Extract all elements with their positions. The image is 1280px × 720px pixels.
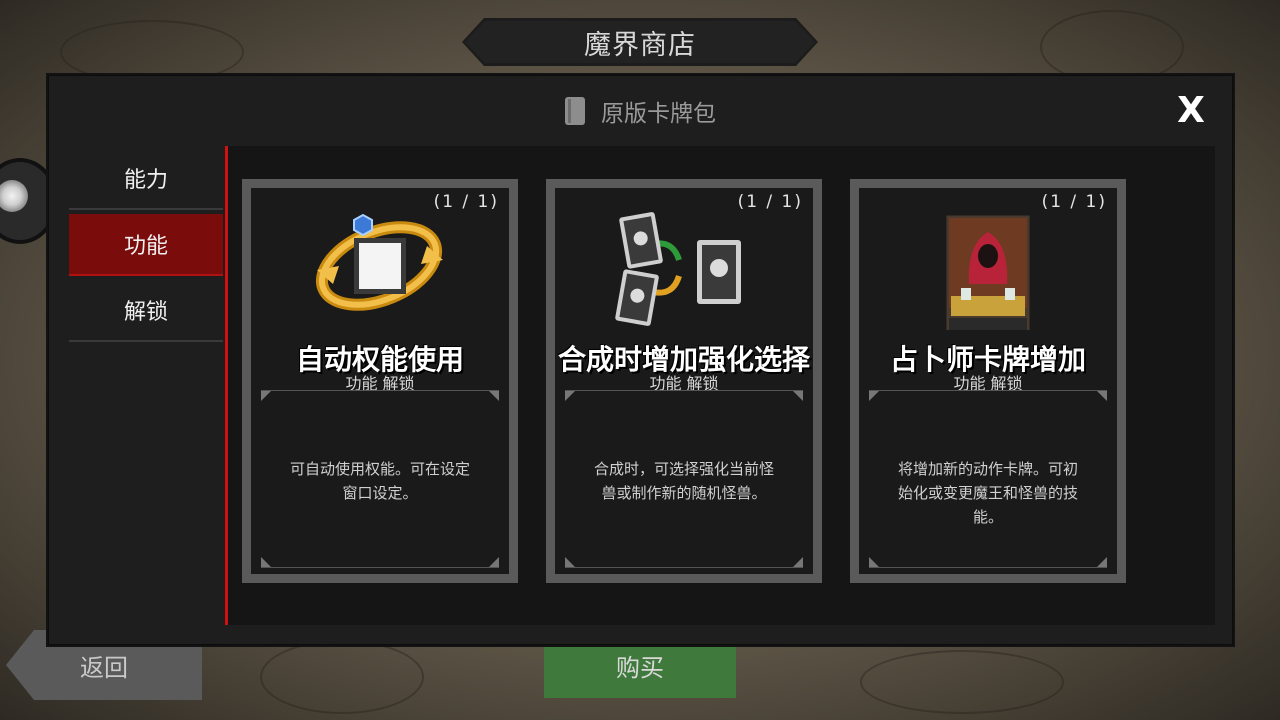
sidebar-item-unlock[interactable]: 解锁 [69, 280, 223, 342]
shop-card-merge-option[interactable]: (1 / 1) 合成时增加强化选择 功能 解锁 合成时，可选择强化当前怪兽或制作… [546, 179, 822, 583]
card-pack-modal: 原版卡牌包 X 能力 功能 解锁 (1 / 1) 自动权能使用 功能 解锁 可自… [48, 75, 1233, 645]
modal-header: 原版卡牌包 [49, 76, 1232, 146]
card-body: (1 / 1) 合成时增加强化选择 功能 解锁 合成时，可选择强化当前怪兽或制作… [555, 188, 813, 574]
shop-title-banner: 魔界商店 [462, 18, 818, 66]
modal-title: 原版卡牌包 [601, 101, 716, 127]
card-list-panel: (1 / 1) 自动权能使用 功能 解锁 可自动使用权能。可在设定窗口设定。 (… [225, 146, 1215, 625]
sidebar-item-ability[interactable]: 能力 [69, 148, 223, 210]
card-description-box: 合成时，可选择强化当前怪兽或制作新的随机怪兽。 [565, 390, 803, 568]
category-sidebar: 能力 功能 解锁 [69, 148, 223, 346]
card-description-box: 可自动使用权能。可在设定窗口设定。 [261, 390, 499, 568]
book-icon [565, 97, 585, 125]
fortune-teller-portrait [943, 212, 1033, 330]
shop-card-fortune-teller[interactable]: (1 / 1) 占卜师卡牌增加 功能 解锁 将增加新的动作卡牌。可初始化或变更魔… [850, 179, 1126, 583]
buy-button-label: 购买 [616, 653, 664, 682]
card-description: 合成时，可选择强化当前怪兽或制作新的随机怪兽。 [593, 460, 774, 502]
shop-title: 魔界商店 [584, 29, 696, 61]
shop-card-auto-skill[interactable]: (1 / 1) 自动权能使用 功能 解锁 可自动使用权能。可在设定窗口设定。 [242, 179, 518, 583]
sidebar-item-label: 功能 [123, 234, 168, 259]
card-description: 可自动使用权能。可在设定窗口设定。 [289, 460, 470, 502]
sidebar-item-label: 能力 [123, 168, 168, 193]
sidebar-item-label: 解锁 [123, 300, 168, 325]
card-description-box: 将增加新的动作卡牌。可初始化或变更魔王和怪兽的技能。 [869, 390, 1107, 568]
card-description: 将增加新的动作卡牌。可初始化或变更魔王和怪兽的技能。 [897, 460, 1078, 526]
close-button[interactable]: X [1174, 93, 1208, 129]
merge-cards-icon [615, 212, 741, 326]
card-body: (1 / 1) 自动权能使用 功能 解锁 可自动使用权能。可在设定窗口设定。 [251, 188, 509, 574]
back-button-label: 返回 [80, 653, 128, 682]
auto-cycle-icon [315, 213, 443, 311]
sidebar-item-function[interactable]: 功能 [69, 214, 223, 276]
card-body: (1 / 1) 占卜师卡牌增加 功能 解锁 将增加新的动作卡牌。可初始化或变更魔… [859, 188, 1117, 574]
